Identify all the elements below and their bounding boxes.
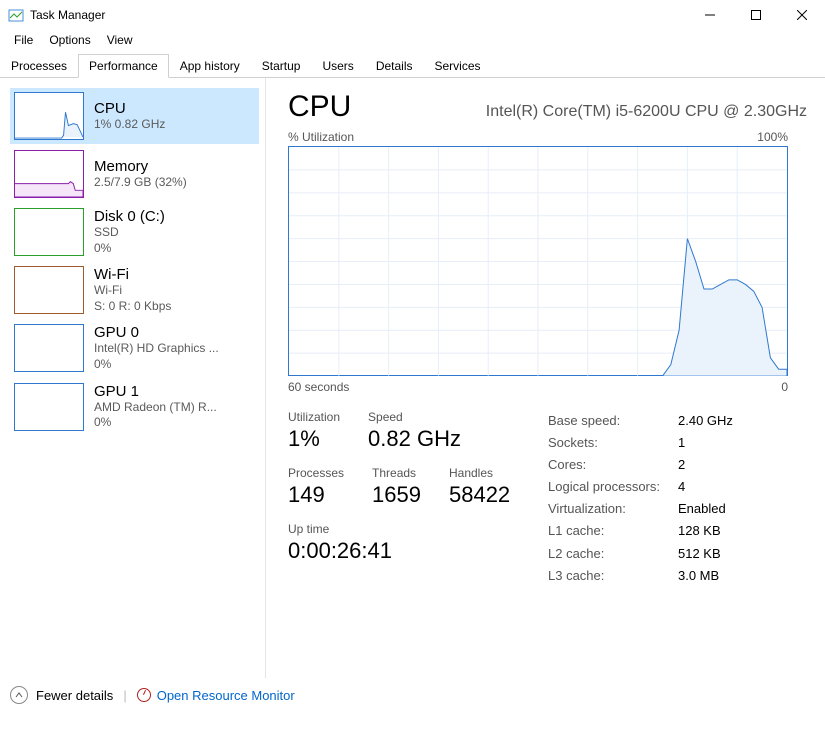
chart-label-top-right: 100% bbox=[757, 130, 788, 144]
menu-bar: File Options View bbox=[0, 30, 825, 50]
thumb-disk bbox=[14, 208, 84, 256]
sidebar-gpu0-title: GPU 0 bbox=[94, 324, 219, 341]
stat-utilization: 1% bbox=[288, 426, 340, 452]
spec-cores: 2 bbox=[678, 454, 685, 476]
tab-app-history[interactable]: App history bbox=[169, 54, 251, 77]
sidebar-wifi-sub2: S: 0 R: 0 Kbps bbox=[94, 299, 171, 315]
sidebar-item-cpu[interactable]: CPU 1% 0.82 GHz bbox=[10, 88, 259, 144]
open-resource-monitor-link[interactable]: Open Resource Monitor bbox=[137, 688, 295, 703]
stat-handles-label: Handles bbox=[449, 466, 510, 480]
window-title: Task Manager bbox=[30, 8, 105, 22]
spec-l3: 3.0 MB bbox=[678, 565, 719, 587]
stat-speed-label: Speed bbox=[368, 410, 461, 424]
spec-virt-label: Virtualization: bbox=[548, 498, 678, 520]
spec-l1: 128 KB bbox=[678, 520, 721, 542]
maximize-button[interactable] bbox=[733, 0, 779, 30]
sidebar-item-memory[interactable]: Memory 2.5/7.9 GB (32%) bbox=[10, 146, 259, 202]
sidebar-gpu1-sub2: 0% bbox=[94, 415, 217, 431]
spec-base-speed: 2.40 GHz bbox=[678, 410, 733, 432]
stat-processes-label: Processes bbox=[288, 466, 344, 480]
thumb-cpu bbox=[14, 92, 84, 140]
spec-virt: Enabled bbox=[678, 498, 726, 520]
menu-file[interactable]: File bbox=[6, 31, 41, 49]
tab-services[interactable]: Services bbox=[424, 54, 492, 77]
sidebar-item-gpu0[interactable]: GPU 0 Intel(R) HD Graphics ... 0% bbox=[10, 320, 259, 376]
sidebar-gpu0-sub2: 0% bbox=[94, 357, 219, 373]
sidebar-disk-sub1: SSD bbox=[94, 225, 165, 241]
sidebar-gpu1-sub1: AMD Radeon (TM) R... bbox=[94, 400, 217, 416]
tab-details[interactable]: Details bbox=[365, 54, 424, 77]
footer-divider: | bbox=[123, 688, 126, 703]
minimize-button[interactable] bbox=[687, 0, 733, 30]
tab-startup[interactable]: Startup bbox=[251, 54, 312, 77]
sidebar-item-disk[interactable]: Disk 0 (C:) SSD 0% bbox=[10, 204, 259, 260]
stat-threads-label: Threads bbox=[372, 466, 421, 480]
menu-view[interactable]: View bbox=[99, 31, 141, 49]
spec-sockets: 1 bbox=[678, 432, 685, 454]
chart-label-bottom-right: 0 bbox=[781, 380, 788, 394]
tab-users[interactable]: Users bbox=[311, 54, 364, 77]
detail-subtitle: Intel(R) Core(TM) i5-6200U CPU @ 2.30GHz bbox=[486, 103, 807, 121]
sidebar-cpu-sub: 1% 0.82 GHz bbox=[94, 117, 165, 133]
thumb-memory bbox=[14, 150, 84, 198]
tab-processes[interactable]: Processes bbox=[0, 54, 78, 77]
thumb-gpu1 bbox=[14, 383, 84, 431]
chart-label-top-left: % Utilization bbox=[288, 130, 354, 144]
sidebar-gpu1-title: GPU 1 bbox=[94, 383, 217, 400]
sidebar-gpu0-sub1: Intel(R) HD Graphics ... bbox=[94, 341, 219, 357]
sidebar: CPU 1% 0.82 GHz Memory 2.5/7.9 GB (32%) … bbox=[0, 78, 266, 678]
thumb-wifi bbox=[14, 266, 84, 314]
close-button[interactable] bbox=[779, 0, 825, 30]
sidebar-wifi-sub1: Wi-Fi bbox=[94, 283, 171, 299]
spec-l2: 512 KB bbox=[678, 543, 721, 565]
sidebar-item-wifi[interactable]: Wi-Fi Wi-Fi S: 0 R: 0 Kbps bbox=[10, 262, 259, 318]
resource-monitor-icon bbox=[137, 688, 151, 702]
cpu-utilization-chart bbox=[288, 146, 788, 376]
sidebar-item-gpu1[interactable]: GPU 1 AMD Radeon (TM) R... 0% bbox=[10, 379, 259, 435]
spec-base-speed-label: Base speed: bbox=[548, 410, 678, 432]
open-resource-monitor-label: Open Resource Monitor bbox=[157, 688, 295, 703]
detail-title: CPU bbox=[288, 90, 351, 124]
thumb-gpu0 bbox=[14, 324, 84, 372]
tab-strip: Processes Performance App history Startu… bbox=[0, 54, 825, 78]
spec-sockets-label: Sockets: bbox=[548, 432, 678, 454]
fewer-details-icon[interactable] bbox=[10, 686, 28, 704]
spec-lp: 4 bbox=[678, 476, 685, 498]
tab-performance[interactable]: Performance bbox=[78, 54, 169, 78]
title-bar: Task Manager bbox=[0, 0, 825, 30]
stat-uptime-label: Up time bbox=[288, 522, 548, 536]
sidebar-memory-sub: 2.5/7.9 GB (32%) bbox=[94, 175, 187, 191]
spec-l3-label: L3 cache: bbox=[548, 565, 678, 587]
fewer-details-link[interactable]: Fewer details bbox=[36, 688, 113, 703]
chart-label-bottom-left: 60 seconds bbox=[288, 380, 349, 394]
sidebar-wifi-title: Wi-Fi bbox=[94, 266, 171, 283]
spec-l1-label: L1 cache: bbox=[548, 520, 678, 542]
spec-lp-label: Logical processors: bbox=[548, 476, 678, 498]
sidebar-memory-title: Memory bbox=[94, 158, 187, 175]
stat-threads: 1659 bbox=[372, 482, 421, 508]
stat-speed: 0.82 GHz bbox=[368, 426, 461, 452]
stat-utilization-label: Utilization bbox=[288, 410, 340, 424]
app-icon bbox=[8, 7, 24, 23]
detail-pane: CPU Intel(R) Core(TM) i5-6200U CPU @ 2.3… bbox=[266, 78, 825, 678]
sidebar-disk-title: Disk 0 (C:) bbox=[94, 208, 165, 225]
sidebar-cpu-title: CPU bbox=[94, 100, 165, 117]
footer: Fewer details | Open Resource Monitor bbox=[0, 678, 825, 712]
stat-uptime: 0:00:26:41 bbox=[288, 538, 548, 564]
menu-options[interactable]: Options bbox=[41, 31, 98, 49]
stat-handles: 58422 bbox=[449, 482, 510, 508]
spec-l2-label: L2 cache: bbox=[548, 543, 678, 565]
sidebar-disk-sub2: 0% bbox=[94, 241, 165, 257]
stat-processes: 149 bbox=[288, 482, 344, 508]
spec-cores-label: Cores: bbox=[548, 454, 678, 476]
